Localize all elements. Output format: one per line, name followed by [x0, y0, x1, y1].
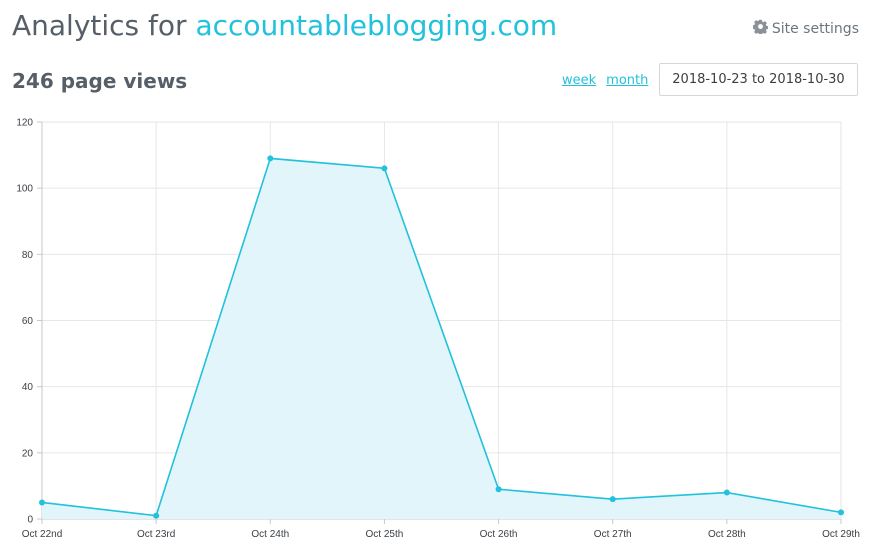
data-point-oct-27th[interactable]	[609, 496, 616, 503]
data-point-oct-29th[interactable]	[838, 509, 844, 516]
y-tick-label: 80	[22, 250, 34, 261]
y-tick-label: 100	[16, 184, 33, 195]
y-tick-labels: 0 20 40 60 80 100 120	[16, 118, 33, 526]
y-tick-label: 20	[22, 448, 34, 459]
data-point-oct-25th[interactable]	[381, 165, 388, 172]
x-tick-label: Oct 29th	[822, 529, 860, 540]
page-views-chart: Oct 22nd Oct 23rd Oct 24th Oct 25th Oct 26th…	[16, 118, 860, 541]
x-tick-label: Oct 24th	[251, 529, 289, 540]
area-fill	[42, 158, 841, 519]
data-point-oct-26th[interactable]	[495, 486, 502, 493]
x-tick-label: Oct 28th	[708, 529, 746, 540]
y-tick-label: 120	[16, 118, 33, 129]
data-point-oct-24th[interactable]	[267, 155, 274, 162]
data-point-oct-28th[interactable]	[723, 489, 730, 496]
x-tick-label: Oct 26th	[480, 529, 518, 540]
x-tick-label: Oct 22nd	[22, 529, 63, 540]
y-tick-label: 0	[27, 515, 33, 526]
x-tick-labels: Oct 22nd Oct 23rd Oct 24th Oct 25th Oct 26th…	[22, 529, 860, 540]
x-tick-label: Oct 25th	[366, 529, 404, 540]
x-tick-label: Oct 23rd	[137, 529, 175, 540]
data-point-oct-22nd[interactable]	[39, 499, 45, 506]
y-tick-label: 60	[22, 316, 34, 327]
data-point-oct-23rd[interactable]	[153, 512, 160, 519]
y-tick-label: 40	[22, 382, 34, 393]
x-tick-label: Oct 27th	[594, 529, 632, 540]
